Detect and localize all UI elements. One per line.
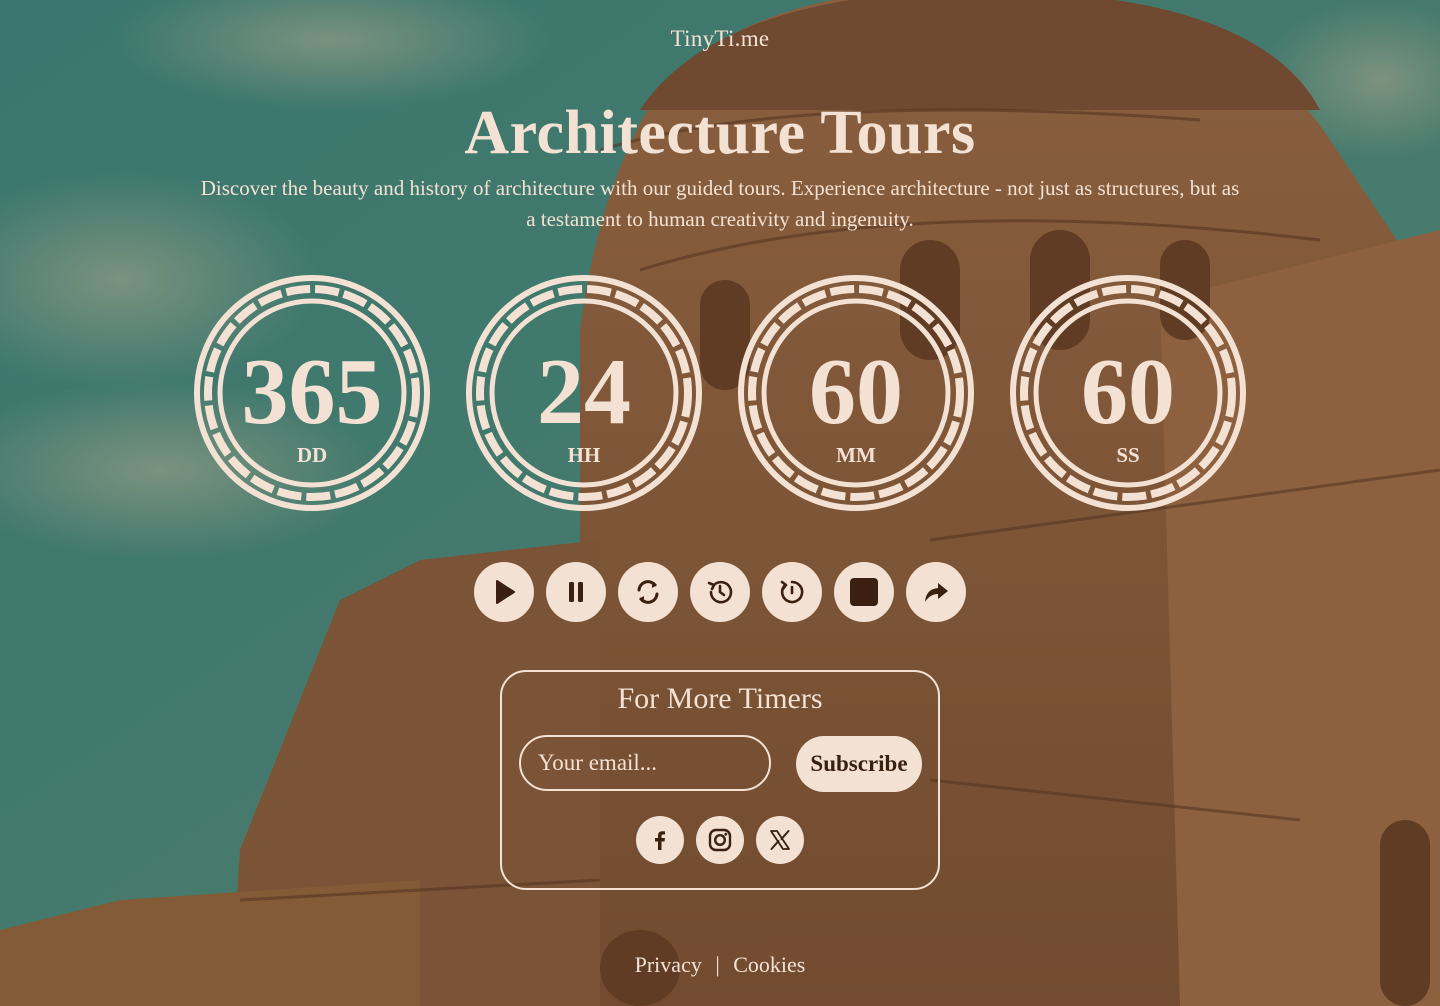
timer-label: HH bbox=[567, 443, 601, 467]
footer: Privacy | Cookies bbox=[0, 952, 1440, 978]
timer-seconds: 60 SS bbox=[1008, 273, 1248, 513]
subscribe-heading: For More Timers bbox=[617, 682, 823, 715]
footer-separator: | bbox=[715, 952, 720, 977]
timer-hours: 24 HH bbox=[464, 273, 704, 513]
brand-logo-text[interactable]: TinyTi.me bbox=[0, 26, 1440, 52]
play-icon bbox=[496, 580, 515, 604]
timer-controls bbox=[474, 562, 966, 622]
subscribe-card: For More Timers Subscribe bbox=[500, 670, 940, 890]
pause-button[interactable] bbox=[546, 562, 606, 622]
email-input[interactable] bbox=[519, 735, 771, 791]
play-button[interactable] bbox=[474, 562, 534, 622]
timer-minutes: 60 MM bbox=[736, 273, 976, 513]
page-title: Architecture Tours bbox=[464, 99, 976, 167]
timer-label: DD bbox=[296, 443, 328, 467]
timer-value: 60 bbox=[809, 340, 903, 444]
timer-value: 24 bbox=[537, 340, 631, 444]
facebook-link[interactable] bbox=[636, 816, 684, 864]
timer-label: MM bbox=[836, 443, 876, 467]
refresh-button[interactable] bbox=[618, 562, 678, 622]
facebook-icon bbox=[655, 831, 665, 850]
timer-value: 365 bbox=[241, 340, 383, 444]
restart-icon bbox=[780, 580, 804, 604]
pause-icon bbox=[569, 582, 583, 602]
restart-button[interactable] bbox=[762, 562, 822, 622]
instagram-link[interactable] bbox=[696, 816, 744, 864]
history-icon bbox=[707, 580, 733, 604]
stop-button[interactable] bbox=[834, 562, 894, 622]
share-button[interactable] bbox=[906, 562, 966, 622]
x-link[interactable] bbox=[756, 816, 804, 864]
refresh-icon bbox=[637, 580, 659, 604]
timer-value: 60 bbox=[1081, 340, 1175, 444]
cookies-link[interactable]: Cookies bbox=[733, 952, 805, 977]
x-icon bbox=[770, 830, 790, 850]
privacy-link[interactable]: Privacy bbox=[635, 952, 702, 977]
share-icon bbox=[925, 583, 948, 602]
instagram-icon bbox=[708, 828, 732, 852]
page-description: Discover the beauty and history of archi… bbox=[200, 176, 1240, 231]
timer-label: SS bbox=[1116, 443, 1140, 467]
subscribe-button[interactable]: Subscribe bbox=[796, 736, 922, 792]
timer-days: 365 DD bbox=[192, 273, 432, 513]
stop-icon bbox=[850, 578, 878, 606]
history-button[interactable] bbox=[690, 562, 750, 622]
